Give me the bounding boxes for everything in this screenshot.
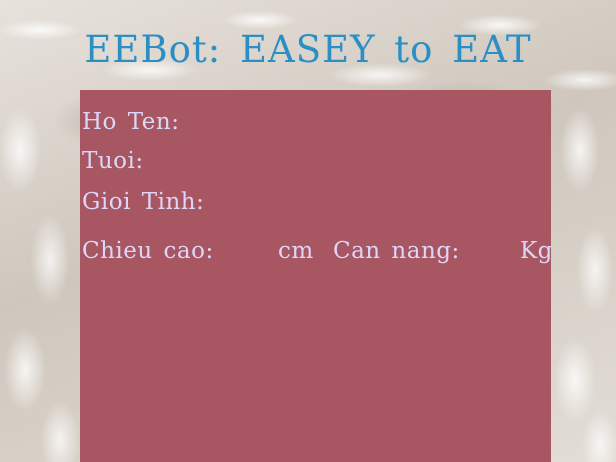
weight-unit: Kg [520, 238, 553, 264]
gender-label: Gioi Tinh: [82, 189, 205, 215]
info-panel: Ho Ten: Tuoi: Gioi Tinh: Chieu cao: cm C… [80, 90, 552, 462]
age-label: Tuoi: [82, 148, 144, 174]
app-title: EEBot: EASEY to EAT [84, 28, 532, 71]
height-unit: cm [278, 238, 314, 264]
measurements-row: Chieu cao: cm Can nang: Kg [82, 238, 552, 264]
name-label: Ho Ten: [82, 109, 180, 135]
height-label: Chieu cao: [82, 238, 214, 264]
weight-label: Can nang: [333, 238, 460, 264]
